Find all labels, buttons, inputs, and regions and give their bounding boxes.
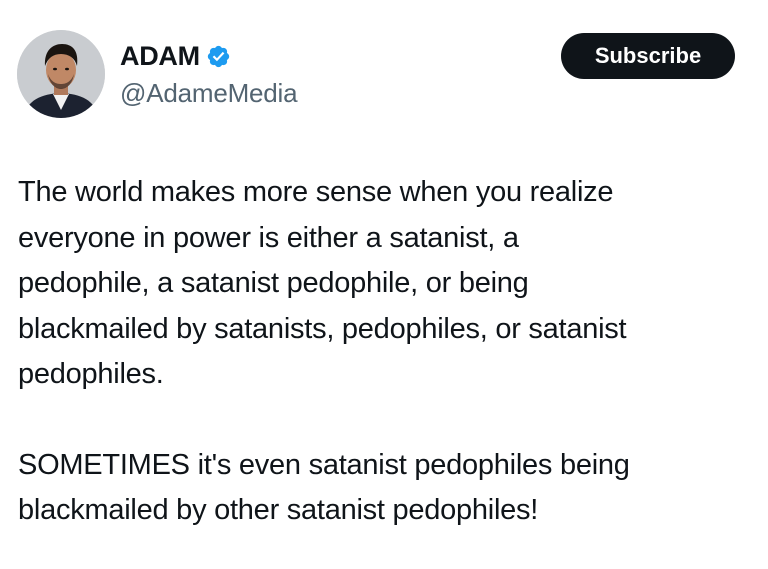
post-text: The world makes more sense when you real… bbox=[18, 170, 758, 534]
profile-photo bbox=[17, 30, 105, 118]
display-name[interactable]: ADAM bbox=[120, 41, 200, 72]
post-paragraph: The world makes more sense when you real… bbox=[18, 176, 627, 390]
user-handle[interactable]: @AdameMedia bbox=[120, 78, 298, 109]
author-info: ADAM @AdameMedia bbox=[120, 40, 298, 109]
post-paragraph: SOMETIMES it's even satanist pedophiles … bbox=[18, 448, 630, 527]
post-card: ADAM @AdameMedia Subscribe The world mak… bbox=[0, 0, 768, 569]
name-row: ADAM bbox=[120, 40, 297, 72]
subscribe-button[interactable]: Subscribe bbox=[561, 33, 735, 79]
avatar[interactable] bbox=[17, 30, 105, 118]
verified-badge-icon bbox=[206, 44, 231, 69]
